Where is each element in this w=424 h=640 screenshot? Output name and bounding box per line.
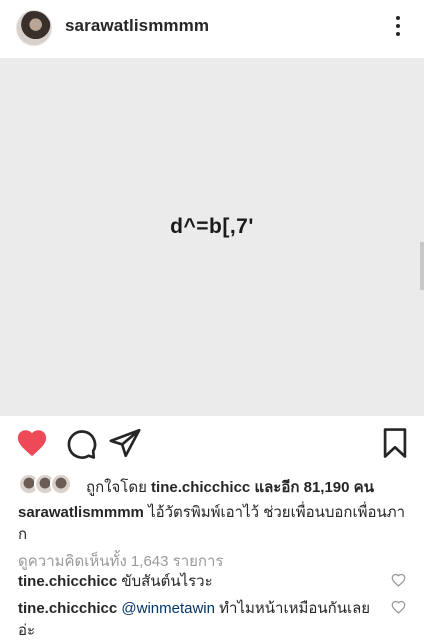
comment-item: tine.chicchicc @winmetawin ทำไมหน้าเหมือ… [18,598,378,640]
like-button[interactable] [15,426,49,460]
likes-prefix: ถูกใจโดย [86,479,147,496]
post-header: sarawatlismmmm [0,0,424,56]
comment-text: ขับสันต์นไรวะ [121,573,213,590]
save-button[interactable] [378,426,412,460]
post-image[interactable]: d^=b[,7' [0,58,424,416]
share-button[interactable] [108,426,142,460]
likes-text: ถูกใจโดย tine.chicchicc และอีก 81,190 คน [86,475,374,499]
likes-count[interactable]: และอีก 81,190 คน [254,479,374,496]
comment-bubble-icon [67,430,97,459]
comment-mention[interactable]: @winmetawin [121,600,215,617]
likes-user[interactable]: tine.chicchicc [151,479,250,496]
comment-username[interactable]: tine.chicchicc [18,600,117,617]
comment-username[interactable]: tine.chicchicc [18,573,117,590]
paper-plane-icon [109,428,141,458]
caption-username[interactable]: sarawatlismmmm [18,504,144,521]
action-bar [0,426,424,462]
post-caption: sarawatlismmmm ไอ้วัตรพิมพ์เอาไว้ ช่วยเพ… [18,502,408,546]
post-username[interactable]: sarawatlismmmm [65,16,209,36]
heart-outline-icon[interactable] [391,573,406,587]
heart-outline-icon[interactable] [391,600,406,614]
liker-avatars [18,473,76,495]
post-image-text: d^=b[,7' [170,215,254,238]
heart-filled-icon [17,430,47,457]
bookmark-icon [383,428,407,458]
avatar [50,473,72,495]
scrollbar[interactable] [420,242,424,290]
avatar[interactable] [16,10,52,46]
likes-row[interactable]: ถูกใจโดย tine.chicchicc และอีก 81,190 คน [18,472,418,496]
comment-item: tine.chicchicc ขับสันต์นไรวะ [18,571,378,593]
more-vertical-icon[interactable] [386,12,410,42]
view-all-comments-link[interactable]: ดูความคิดเห็นทั้ง 1,643 รายการ [18,549,223,573]
comment-button[interactable] [64,426,98,460]
